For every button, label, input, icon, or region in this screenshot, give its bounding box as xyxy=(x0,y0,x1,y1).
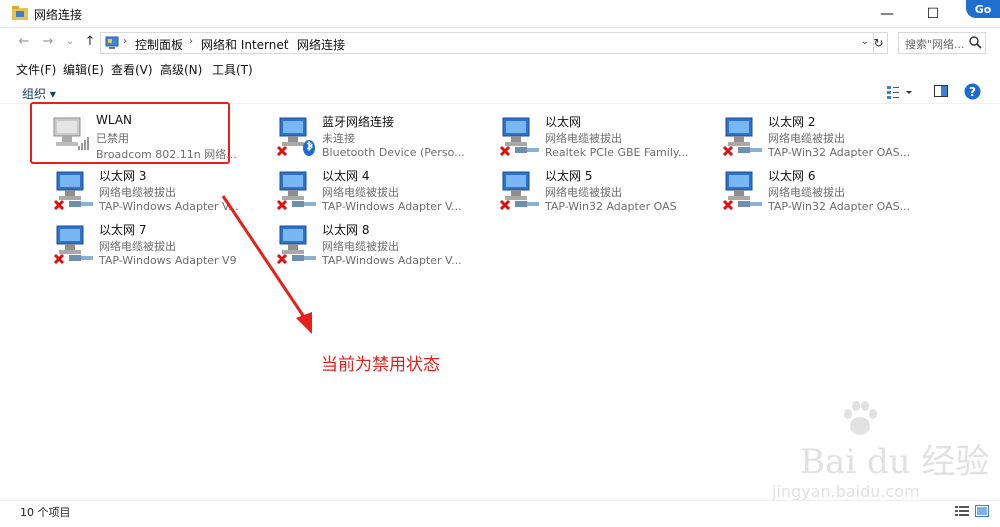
breadcrumb-separator: › xyxy=(189,36,193,47)
ethernet-unplugged-icon xyxy=(276,171,316,210)
menu-file[interactable]: 文件(F) xyxy=(16,61,56,78)
adapter-device: TAP-Windows Adapter V9 xyxy=(99,254,237,267)
menu-edit[interactable]: 编辑(E) xyxy=(63,61,104,78)
adapter-name: 以太网 5 xyxy=(545,169,593,183)
adapter-ethernet-2[interactable]: 以太网 2 网络电缆被拔出 TAP-Win32 Adapter OAS... xyxy=(720,110,920,164)
large-icons-view-icon[interactable] xyxy=(975,505,989,517)
adapter-ethernet-5[interactable]: 以太网 5 网络电缆被拔出 TAP-Win32 Adapter OAS xyxy=(497,164,697,218)
watermark-brand: Bai du 经验 xyxy=(800,442,990,482)
adapter-name: 以太网 3 xyxy=(99,169,147,183)
adapter-ethernet-3[interactable]: 以太网 3 网络电缆被拔出 TAP-Windows Adapter V... xyxy=(51,164,251,218)
svg-text:?: ? xyxy=(969,85,976,99)
search-icon[interactable] xyxy=(968,35,982,49)
breadcrumb-separator: › xyxy=(285,36,289,47)
up-button[interactable]: ↑ xyxy=(82,34,98,50)
forward-button[interactable]: → xyxy=(40,34,56,50)
adapter-name: 以太网 7 xyxy=(99,223,147,237)
preview-pane-icon[interactable] xyxy=(934,84,948,98)
control-panel-icon xyxy=(105,36,119,49)
adapter-device: Bluetooth Device (Perso... xyxy=(322,146,465,159)
adapter-name: 蓝牙网络连接 xyxy=(322,115,395,129)
adapter-device: TAP-Win32 Adapter OAS... xyxy=(768,200,911,213)
item-count: 10 个项目 xyxy=(20,506,71,519)
adapter-status: 网络电缆被拔出 xyxy=(768,186,845,199)
maximize-button[interactable]: ☐ xyxy=(910,0,956,28)
watermark-url: jingyan.baidu.com xyxy=(772,482,920,501)
adapter-status: 网络电缆被拔出 xyxy=(99,186,176,199)
adapter-name: 以太网 8 xyxy=(322,223,370,237)
ethernet-unplugged-icon xyxy=(499,171,539,210)
breadcrumb-network-connections[interactable]: 网络连接 xyxy=(297,36,345,53)
status-bar: 10 个项目 xyxy=(0,500,1000,527)
adapter-status: 网络电缆被拔出 xyxy=(322,240,399,253)
recent-locations-button[interactable]: ⌄ xyxy=(62,34,78,50)
adapter-status: 网络电缆被拔出 xyxy=(99,240,176,253)
adapter-ethernet-7[interactable]: 以太网 7 网络电缆被拔出 TAP-Windows Adapter V9 xyxy=(51,218,251,272)
help-icon[interactable]: ? xyxy=(964,83,981,100)
adapter-device: TAP-Win32 Adapter OAS xyxy=(545,200,677,213)
breadcrumb-network-internet[interactable]: 网络和 Internet xyxy=(201,36,288,53)
back-button[interactable]: ← xyxy=(16,34,32,50)
address-row: ← → ⌄ ↑ › 控制面板 › 网络和 Internet › 网络连接 ⌄ ↻… xyxy=(0,28,1000,56)
adapter-name: 以太网 2 xyxy=(768,115,816,129)
adapter-device: TAP-Win32 Adapter OAS... xyxy=(768,146,911,159)
breadcrumb-control-panel[interactable]: 控制面板 xyxy=(135,36,183,53)
adapter-status: 网络电缆被拔出 xyxy=(768,132,845,145)
adapter-name: 以太网 6 xyxy=(768,169,816,183)
ethernet-unplugged-icon xyxy=(53,225,93,264)
ethernet-unplugged-icon xyxy=(722,171,762,210)
adapter-name: 以太网 xyxy=(545,115,582,129)
adapter-status: 网络电缆被拔出 xyxy=(545,186,622,199)
adapter-device: TAP-Windows Adapter V... xyxy=(322,200,462,213)
adapter-ethernet[interactable]: 以太网 网络电缆被拔出 Realtek PCIe GBE Family... xyxy=(497,110,697,164)
breadcrumb-separator: › xyxy=(123,36,127,47)
annotation-text: 当前为禁用状态 xyxy=(321,355,440,375)
ethernet-unplugged-icon xyxy=(53,171,93,210)
adapter-device: TAP-Windows Adapter V... xyxy=(99,200,239,213)
window-title: 网络连接 xyxy=(34,8,83,22)
bluetooth-icon xyxy=(276,117,315,156)
organize-button[interactable]: 组织 ▾ xyxy=(22,85,56,102)
details-view-icon[interactable] xyxy=(955,505,969,517)
ethernet-unplugged-icon xyxy=(276,225,316,264)
menu-view[interactable]: 查看(V) xyxy=(111,61,153,78)
ethernet-unplugged-icon xyxy=(499,117,539,156)
menu-tools[interactable]: 工具(T) xyxy=(212,61,253,78)
watermark: Bai du 经验 jingyan.baidu.com xyxy=(760,400,990,510)
menu-bar: 文件(F) 编辑(E) 查看(V) 高级(N) 工具(T) xyxy=(0,58,1000,80)
overlay-badge: Go xyxy=(966,0,1000,18)
address-dropdown-icon[interactable]: ⌄ xyxy=(861,36,869,47)
minimize-button[interactable]: — xyxy=(864,0,910,28)
address-bar[interactable]: › 控制面板 › 网络和 Internet › 网络连接 ⌄ xyxy=(100,32,874,54)
adapter-status: 网络电缆被拔出 xyxy=(322,186,399,199)
ethernet-unplugged-icon xyxy=(722,117,762,156)
adapter-ethernet-4[interactable]: 以太网 4 网络电缆被拔出 TAP-Windows Adapter V... xyxy=(274,164,474,218)
search-input[interactable]: 搜索"网络... xyxy=(905,36,965,52)
network-folder-icon xyxy=(12,6,28,20)
adapter-device: TAP-Windows Adapter V... xyxy=(322,254,462,267)
adapter-status: 未连接 xyxy=(322,132,355,145)
adapter-name: 以太网 4 xyxy=(322,169,370,183)
menu-advanced[interactable]: 高级(N) xyxy=(160,61,202,78)
refresh-button[interactable]: ↻ xyxy=(870,32,888,54)
title-bar: 网络连接 — ☐ ✕ Go xyxy=(0,0,1000,28)
change-view-icon[interactable] xyxy=(886,84,912,100)
adapter-device: Realtek PCIe GBE Family... xyxy=(545,146,689,159)
search-box[interactable]: 搜索"网络... xyxy=(898,32,986,54)
adapter-status: 网络电缆被拔出 xyxy=(545,132,622,145)
adapter-bluetooth[interactable]: 蓝牙网络连接 未连接 Bluetooth Device (Perso... xyxy=(274,110,474,164)
highlight-box xyxy=(30,102,230,164)
adapter-ethernet-8[interactable]: 以太网 8 网络电缆被拔出 TAP-Windows Adapter V... xyxy=(274,218,474,272)
paw-logo-icon xyxy=(844,401,877,435)
adapter-ethernet-6[interactable]: 以太网 6 网络电缆被拔出 TAP-Win32 Adapter OAS... xyxy=(720,164,920,218)
command-bar: 组织 ▾ ? xyxy=(0,80,1000,104)
